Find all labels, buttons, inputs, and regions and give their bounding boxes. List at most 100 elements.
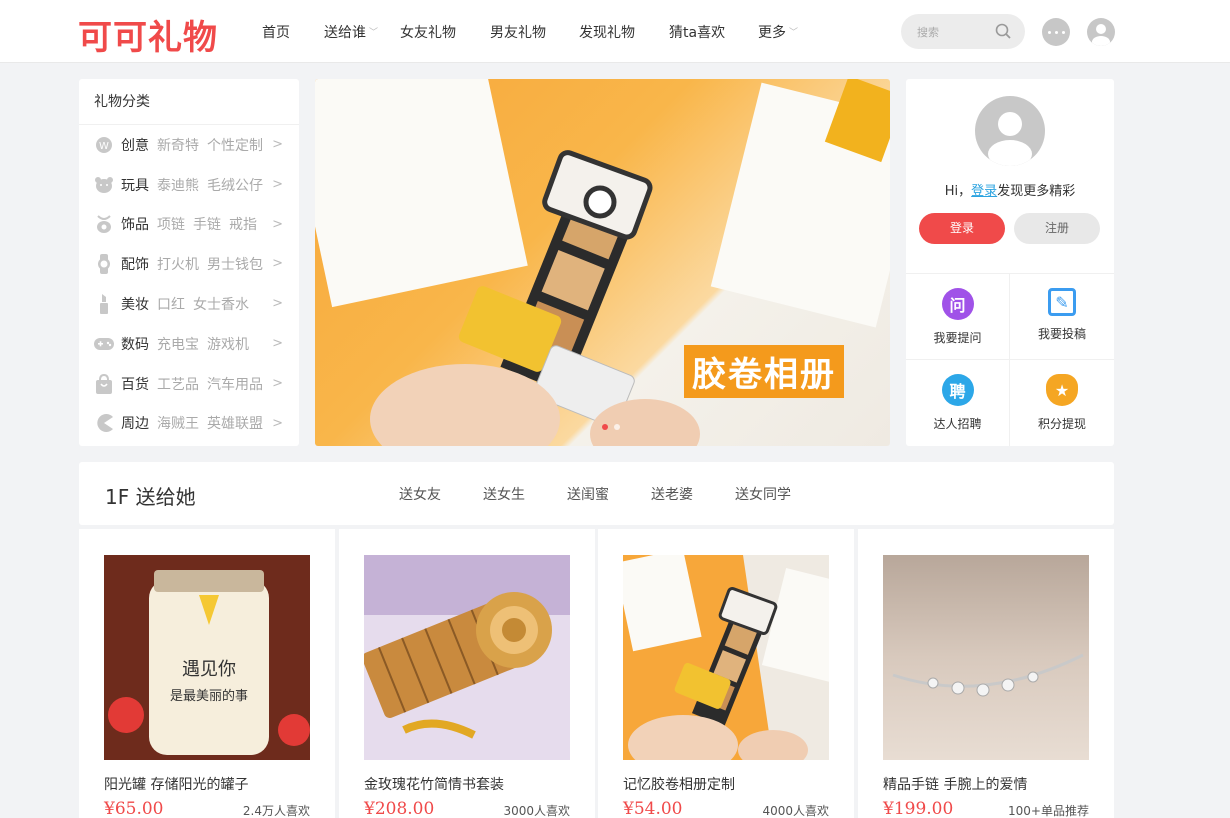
nav-guess-like[interactable]: 猜ta喜欢 <box>669 22 758 42</box>
category-sub[interactable]: 戒指 <box>229 214 257 234</box>
svg-text:遇见你: 遇见你 <box>182 659 236 680</box>
action-label: 积分提现 <box>1037 417 1086 431</box>
nav-label: 男友礼物 <box>490 24 546 41</box>
category-sub[interactable]: 海贼王 <box>157 413 199 433</box>
banner-caption: 胶卷相册 <box>684 345 844 398</box>
category-sub[interactable]: 男士钱包 <box>207 254 263 274</box>
product-likes: 100+单品推荐 <box>1008 804 1089 818</box>
nav-label: 更多 <box>758 24 786 41</box>
category-sub[interactable]: 充电宝 <box>157 334 199 354</box>
category-sub[interactable]: 工艺品 <box>157 374 199 394</box>
submit-post-button[interactable]: ✎ 我要投稿 <box>1010 274 1114 360</box>
recruit-button[interactable]: 聘 达人招聘 <box>906 360 1010 446</box>
nav-label: 女友礼物 <box>400 24 456 41</box>
category-item-digital[interactable]: 数码 充电宝 游戏机 > <box>79 324 299 364</box>
product-name[interactable]: 金玫瑰花竹简情书套装 <box>364 774 504 794</box>
bear-icon <box>94 175 114 195</box>
category-item-makeup[interactable]: 美妆 口红 女士香水 > <box>79 284 299 324</box>
category-title: 礼物分类 <box>79 79 299 125</box>
pacman-icon <box>94 413 114 433</box>
category-sub[interactable]: 毛绒公仔 <box>207 175 263 195</box>
category-panel: 礼物分类 W 创意 新奇特 个性定制 > 玩具 泰迪熊 毛绒公仔 > 饰品 项链… <box>79 79 299 446</box>
category-item-jewelry[interactable]: 饰品 项链 手链 戒指 > <box>79 205 299 245</box>
product-image[interactable]: 遇见你 是最美丽的事 <box>104 555 310 760</box>
avatar <box>975 96 1045 166</box>
chevron-right-icon: > <box>272 296 283 312</box>
category-sub[interactable]: 手链 <box>193 214 221 234</box>
nav-more[interactable]: 更多 ﹀ <box>758 22 818 42</box>
carousel-dot[interactable] <box>602 424 608 430</box>
login-link[interactable]: 登录 <box>971 184 997 199</box>
category-sub[interactable]: 游戏机 <box>207 334 249 354</box>
chevron-right-icon: > <box>272 137 283 152</box>
nav-label: 猜ta喜欢 <box>669 24 726 41</box>
hero-banner[interactable]: 胶卷相册 <box>315 79 890 446</box>
category-sub[interactable]: 汽车用品 <box>207 374 263 394</box>
nav-give-to[interactable]: 送给谁 ﹀ <box>324 22 400 42</box>
category-item-merch[interactable]: 周边 海贼王 英雄联盟 > <box>79 404 299 444</box>
product-price: ¥199.00 <box>883 799 954 818</box>
category-sub[interactable]: 女士香水 <box>193 294 249 314</box>
category-sub[interactable]: 个性定制 <box>207 135 263 155</box>
jewelry-icon <box>94 214 114 234</box>
category-item-general[interactable]: 百货 工艺品 汽车用品 > <box>79 364 299 404</box>
floor-tab[interactable]: 送老婆 <box>651 484 693 504</box>
nav-girlfriend-gifts[interactable]: 女友礼物 <box>400 22 490 42</box>
product-card[interactable]: 遇见你 是最美丽的事 阳光罐 存储阳光的罐子 ¥65.00 2.4万人喜欢 <box>79 529 335 818</box>
category-sub[interactable]: 口红 <box>157 294 185 314</box>
category-name: 玩具 <box>121 177 149 194</box>
floor-tabs: 送女友 送女生 送闺蜜 送老婆 送女同学 <box>399 462 833 525</box>
floor-tab[interactable]: 送女友 <box>399 484 441 504</box>
category-sub[interactable]: 英雄联盟 <box>207 413 263 433</box>
moneybag-icon: ★ <box>1046 374 1078 406</box>
message-icon[interactable] <box>1042 18 1070 46</box>
category-item-accessories[interactable]: 配饰 打火机 男士钱包 > <box>79 244 299 284</box>
product-image[interactable] <box>623 555 829 760</box>
product-image[interactable] <box>364 555 570 760</box>
category-sub[interactable]: 打火机 <box>157 254 199 274</box>
product-card[interactable]: 金玫瑰花竹简情书套装 ¥208.00 3000人喜欢 <box>339 529 595 818</box>
product-name[interactable]: 精品手链 手腕上的爱情 <box>883 774 1027 794</box>
product-likes: 4000人喜欢 <box>762 804 829 818</box>
floor-title: 1F 送给她 <box>105 485 196 509</box>
site-logo[interactable]: 可可礼物 <box>78 10 218 59</box>
ask-question-button[interactable]: 问 我要提问 <box>906 274 1010 360</box>
category-sub[interactable]: 项链 <box>157 214 185 234</box>
category-name: 美妆 <box>121 297 149 314</box>
nav-discover[interactable]: 发现礼物 <box>579 22 669 42</box>
login-button[interactable]: 登录 <box>919 213 1005 244</box>
register-button[interactable]: 注册 <box>1014 213 1100 244</box>
action-label: 达人招聘 <box>933 417 982 431</box>
category-sub[interactable]: 新奇特 <box>157 135 199 155</box>
user-icon[interactable] <box>1087 18 1115 46</box>
carousel-dot[interactable] <box>614 424 620 430</box>
category-item-toys[interactable]: 玩具 泰迪熊 毛绒公仔 > <box>79 165 299 205</box>
withdraw-points-button[interactable]: ★ 积分提现 <box>1010 360 1114 446</box>
search-box[interactable]: 搜索 <box>901 14 1025 49</box>
search-placeholder: 搜索 <box>917 26 939 39</box>
product-card[interactable]: 精品手链 手腕上的爱情 ¥199.00 100+单品推荐 <box>858 529 1114 818</box>
chevron-down-icon: ﹀ <box>789 28 799 38</box>
product-likes: 2.4万人喜欢 <box>242 804 310 818</box>
quick-actions: 问 我要提问 ✎ 我要投稿 聘 达人招聘 ★ 积分提现 <box>906 273 1114 446</box>
category-sub[interactable]: 泰迪熊 <box>157 175 199 195</box>
category-item-creative[interactable]: W 创意 新奇特 个性定制 > <box>79 125 299 165</box>
carousel-dots[interactable] <box>599 424 623 430</box>
product-price: ¥208.00 <box>364 799 435 818</box>
floor-tab[interactable]: 送女同学 <box>735 484 791 504</box>
category-name: 数码 <box>121 336 149 353</box>
product-card[interactable]: 记忆胶卷相册定制 ¥54.00 4000人喜欢 <box>598 529 854 818</box>
chevron-right-icon: > <box>272 256 283 272</box>
watch-icon <box>94 254 114 275</box>
floor-tab[interactable]: 送闺蜜 <box>567 484 609 504</box>
chevron-right-icon: > <box>272 375 283 391</box>
product-price: ¥65.00 <box>104 799 164 818</box>
product-name[interactable]: 记忆胶卷相册定制 <box>623 774 735 794</box>
nav-boyfriend-gifts[interactable]: 男友礼物 <box>490 22 579 42</box>
product-name[interactable]: 阳光罐 存储阳光的罐子 <box>104 774 248 794</box>
nav-home[interactable]: 首页 <box>262 22 324 42</box>
floor-tab[interactable]: 送女生 <box>483 484 525 504</box>
product-image[interactable] <box>883 555 1089 760</box>
category-name: 周边 <box>121 416 149 433</box>
search-icon[interactable] <box>995 23 1011 39</box>
